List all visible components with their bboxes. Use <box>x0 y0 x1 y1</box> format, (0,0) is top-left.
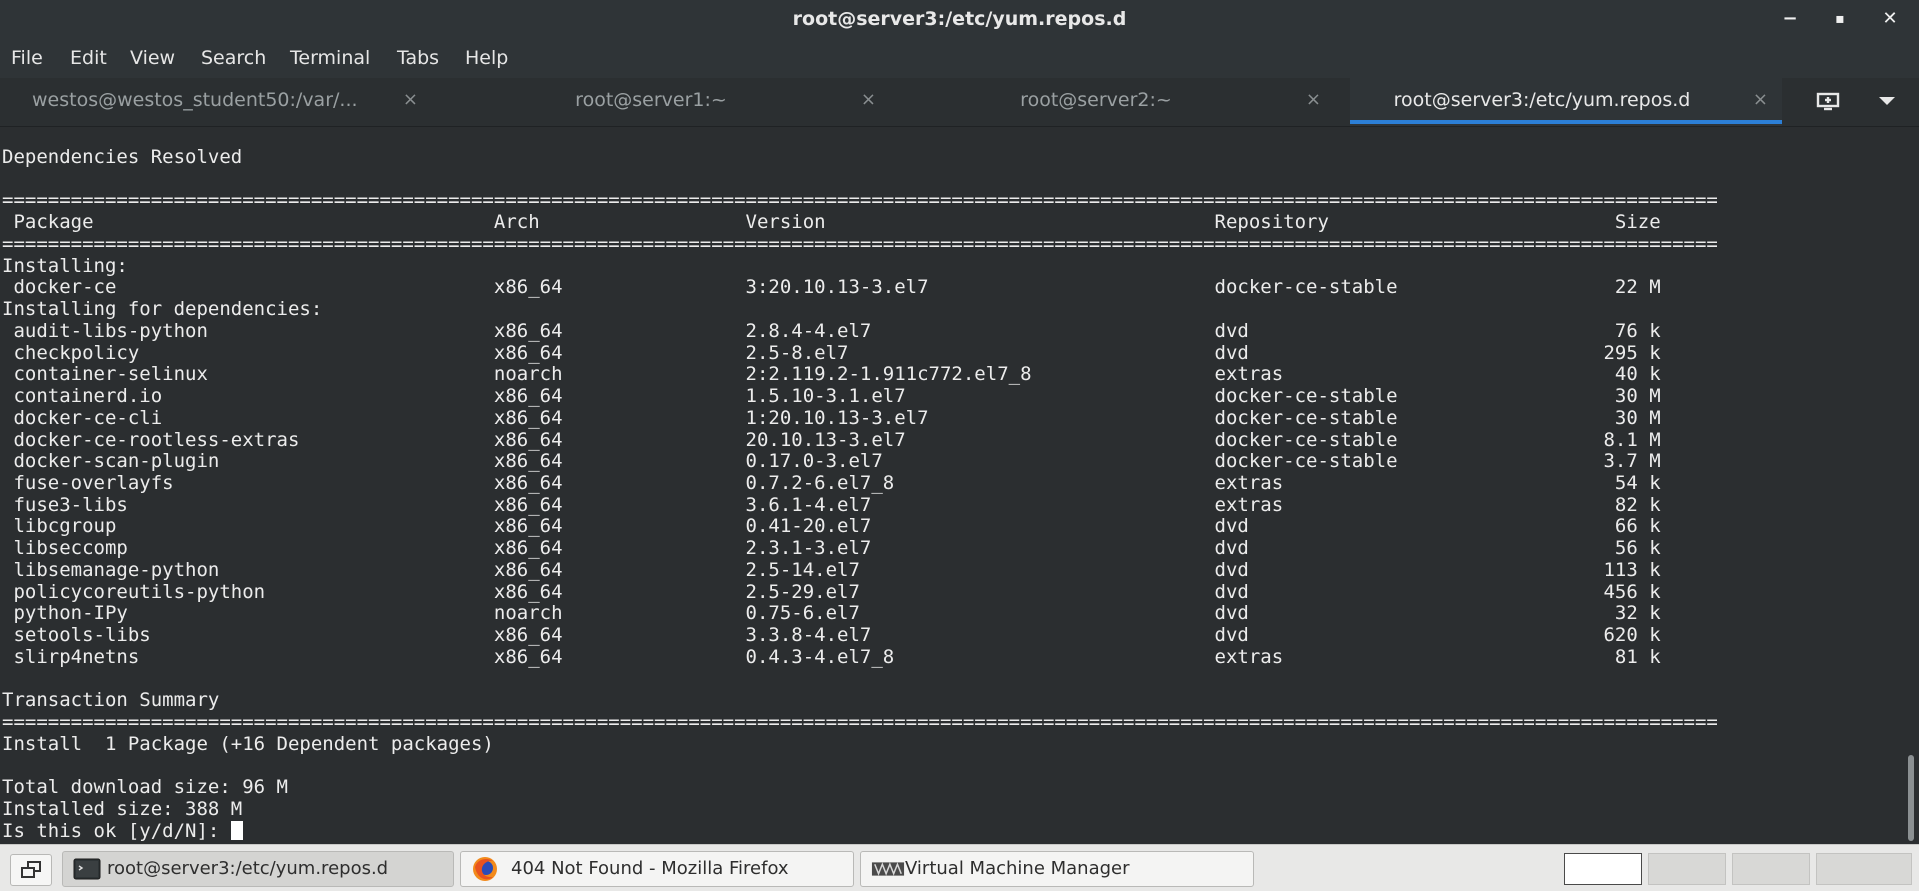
window-titlebar[interactable]: root@server3:/etc/yum.repos.d − ▪ ✕ <box>0 0 1919 38</box>
workspace-3[interactable] <box>1732 853 1810 885</box>
tab-close-icon[interactable]: × <box>1306 78 1321 122</box>
scrollbar-thumb[interactable] <box>1908 755 1914 841</box>
firefox-icon <box>473 857 497 881</box>
taskbar-item-label: 404 Not Found - Mozilla Firefox <box>511 858 789 879</box>
tab-server2[interactable]: root@server2:~ × <box>905 78 1335 126</box>
menu-search[interactable]: Search <box>201 47 266 69</box>
terminal-scrollbar[interactable] <box>1904 127 1919 844</box>
tab-westos-student50[interactable]: westos@westos_student50:/var/... × <box>0 78 440 126</box>
menu-tabs[interactable]: Tabs <box>397 47 439 69</box>
menu-help[interactable]: Help <box>465 47 508 69</box>
new-tab-button[interactable] <box>1800 78 1856 126</box>
taskbar-item-label: root@server3:/etc/yum.repos.d <box>107 858 389 879</box>
terminal-icon <box>73 858 101 880</box>
menu-file[interactable]: File <box>11 47 43 69</box>
menu-bar: File Edit View Search Terminal Tabs Help <box>0 38 1919 78</box>
workspace-2[interactable] <box>1648 853 1726 885</box>
show-desktop-button[interactable] <box>10 854 52 886</box>
menu-edit[interactable]: Edit <box>70 47 107 69</box>
minimize-button[interactable]: − <box>1772 0 1808 38</box>
workspace-1[interactable] <box>1564 853 1642 885</box>
maximize-button[interactable]: ▪ <box>1822 0 1858 38</box>
tab-label: westos@westos_student50:/var/... <box>32 89 358 111</box>
tab-close-icon[interactable]: × <box>861 78 876 122</box>
tab-close-icon[interactable]: × <box>403 78 418 122</box>
terminal-cursor <box>230 820 243 840</box>
terminal-scrollback: Dependencies Resolved ==================… <box>2 146 1718 821</box>
terminal-view[interactable]: Dependencies Resolved ==================… <box>0 127 1900 844</box>
tab-server1[interactable]: root@server1:~ × <box>460 78 890 126</box>
active-tab-indicator <box>1350 120 1782 124</box>
tab-bar: westos@westos_student50:/var/... × root@… <box>0 78 1919 127</box>
show-desktop-icon <box>21 861 41 878</box>
virt-manager-icon <box>871 862 905 876</box>
taskbar-item-terminal[interactable]: root@server3:/etc/yum.repos.d <box>62 851 454 887</box>
menu-terminal[interactable]: Terminal <box>290 47 370 69</box>
tab-server3[interactable]: root@server3:/etc/yum.repos.d × <box>1350 78 1782 126</box>
close-window-button[interactable]: ✕ <box>1872 0 1908 38</box>
terminal-output: Dependencies Resolved ==================… <box>2 146 1718 843</box>
terminal-prompt: Is this ok [y/d/N]: <box>2 819 231 842</box>
tab-label: root@server2:~ <box>1020 89 1172 111</box>
taskbar-item-virt-manager[interactable]: Virtual Machine Manager <box>860 851 1254 887</box>
tab-list-button[interactable] <box>1862 78 1912 126</box>
taskbar-item-firefox[interactable]: 404 Not Found - Mozilla Firefox <box>460 851 854 887</box>
tab-label: root@server1:~ <box>575 89 727 111</box>
chevron-down-icon <box>1879 97 1895 105</box>
tab-label: root@server3:/etc/yum.repos.d <box>1393 89 1691 111</box>
new-tab-icon <box>1816 92 1840 111</box>
workspace-4[interactable] <box>1816 853 1912 885</box>
window-title: root@server3:/etc/yum.repos.d <box>792 8 1127 30</box>
tab-close-icon[interactable]: × <box>1753 78 1768 122</box>
menu-view[interactable]: View <box>130 47 175 69</box>
taskbar: root@server3:/etc/yum.repos.d 404 Not Fo… <box>0 844 1919 891</box>
taskbar-item-label: Virtual Machine Manager <box>905 858 1130 879</box>
